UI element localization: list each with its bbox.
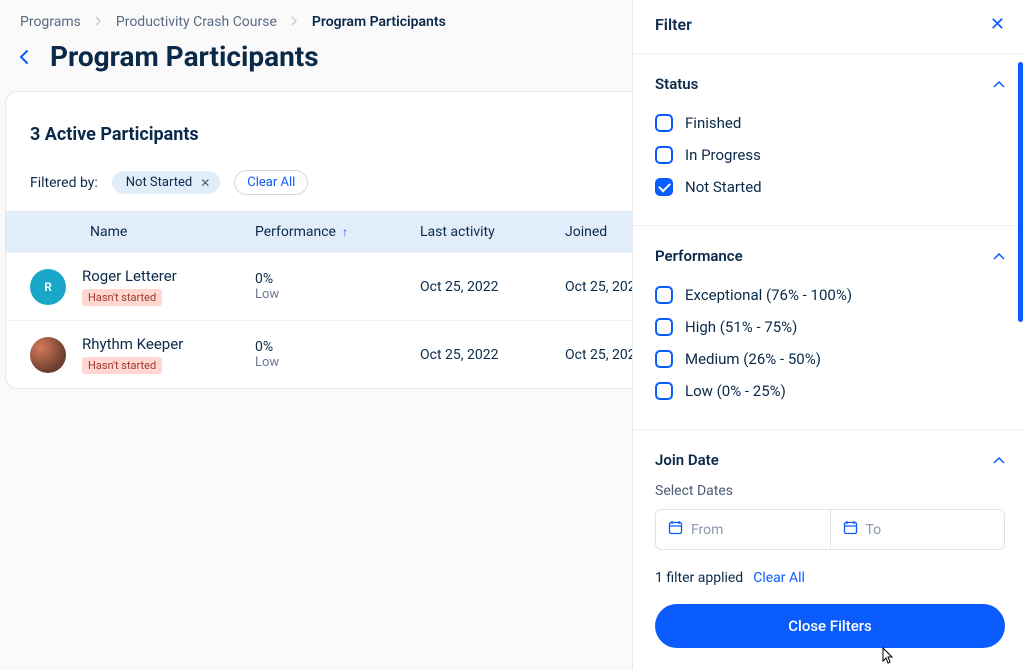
remove-chip-icon[interactable]: ✕: [200, 176, 210, 190]
filter-section-join-date: Join Date Select Dates From To: [633, 430, 1027, 552]
filter-option-not-started[interactable]: Not Started: [655, 171, 1005, 203]
clear-all-filters-link[interactable]: Clear All: [753, 570, 805, 586]
avatar: [30, 337, 66, 373]
checkbox-icon: [655, 318, 673, 336]
filter-option-label: High (51% - 75%): [685, 318, 797, 336]
checkbox-checked-icon: [655, 178, 673, 196]
chevron-right-icon: [291, 14, 298, 30]
checkbox-icon: [655, 286, 673, 304]
filtered-by-label: Filtered by:: [30, 175, 98, 191]
date-to-placeholder: To: [866, 522, 882, 538]
filter-option-in-progress[interactable]: In Progress: [655, 139, 1005, 171]
filter-chip-not-started[interactable]: Not Started ✕: [112, 171, 220, 194]
checkbox-icon: [655, 146, 673, 164]
close-filters-button[interactable]: Close Filters: [655, 604, 1005, 648]
col-last-activity-header[interactable]: Last activity: [420, 224, 565, 240]
filter-option-label: Low (0% - 25%): [685, 382, 786, 400]
filter-option-low[interactable]: Low (0% - 25%): [655, 375, 1005, 407]
filter-option-label: Not Started: [685, 178, 762, 196]
filter-option-finished[interactable]: Finished: [655, 107, 1005, 139]
status-badge: Hasn't started: [82, 357, 162, 374]
date-from-input[interactable]: From: [656, 510, 831, 549]
col-performance-header[interactable]: Performance ↑: [255, 224, 420, 240]
chevron-up-icon[interactable]: [993, 246, 1005, 265]
last-activity-value: Oct 25, 2022: [420, 279, 565, 295]
checkbox-icon: [655, 382, 673, 400]
sort-ascending-icon: ↑: [342, 225, 348, 239]
col-name-header[interactable]: Name: [30, 224, 255, 240]
calendar-icon: [668, 520, 683, 539]
filter-option-exceptional[interactable]: Exceptional (76% - 100%): [655, 279, 1005, 311]
filter-panel-title: Filter: [655, 15, 692, 34]
filter-option-medium[interactable]: Medium (26% - 50%): [655, 343, 1005, 375]
chevron-right-icon: [95, 14, 102, 30]
checkbox-icon: [655, 114, 673, 132]
scrollbar[interactable]: [1018, 62, 1023, 322]
participant-name: Rhythm Keeper: [82, 335, 183, 353]
breadcrumb-programs[interactable]: Programs: [20, 14, 81, 30]
participants-count: 3 Active Participants: [30, 124, 199, 145]
filter-section-title: Join Date: [655, 451, 719, 469]
last-activity-value: Oct 25, 2022: [420, 347, 565, 363]
performance-percent: 0%: [255, 271, 420, 287]
filter-option-label: In Progress: [685, 146, 761, 164]
filter-section-status: Status Finished In Progress Not Started: [633, 54, 1027, 226]
col-performance-label: Performance: [255, 224, 336, 240]
filter-section-title: Status: [655, 75, 698, 93]
filter-section-title: Performance: [655, 247, 743, 265]
page-title: Program Participants: [50, 40, 319, 73]
status-badge: Hasn't started: [82, 289, 162, 306]
chevron-up-icon[interactable]: [993, 74, 1005, 93]
filter-option-label: Medium (26% - 50%): [685, 350, 821, 368]
breadcrumb-course[interactable]: Productivity Crash Course: [116, 14, 277, 30]
avatar: R: [30, 269, 66, 305]
date-to-input[interactable]: To: [831, 510, 1005, 549]
chevron-up-icon[interactable]: [993, 450, 1005, 469]
filter-chip-label: Not Started: [126, 175, 192, 190]
checkbox-icon: [655, 350, 673, 368]
date-from-placeholder: From: [691, 522, 723, 538]
filter-panel: Filter ✕ Status Finished In Progress: [632, 0, 1027, 670]
select-dates-label: Select Dates: [655, 483, 1005, 499]
clear-all-chips-button[interactable]: Clear All: [234, 170, 308, 195]
back-button[interactable]: [14, 47, 34, 67]
participant-name: Roger Letterer: [82, 267, 177, 285]
filter-option-label: Finished: [685, 114, 741, 132]
filter-option-high[interactable]: High (51% - 75%): [655, 311, 1005, 343]
filter-option-label: Exceptional (76% - 100%): [685, 286, 852, 304]
performance-level: Low: [255, 287, 420, 302]
performance-level: Low: [255, 355, 420, 370]
filters-applied-text: 1 filter applied: [655, 570, 743, 586]
filter-section-performance: Performance Exceptional (76% - 100%) Hig…: [633, 226, 1027, 430]
date-range-picker: From To: [655, 509, 1005, 550]
performance-percent: 0%: [255, 339, 420, 355]
breadcrumb-current: Program Participants: [312, 14, 446, 30]
calendar-icon: [843, 520, 858, 539]
close-icon[interactable]: ✕: [990, 14, 1005, 35]
